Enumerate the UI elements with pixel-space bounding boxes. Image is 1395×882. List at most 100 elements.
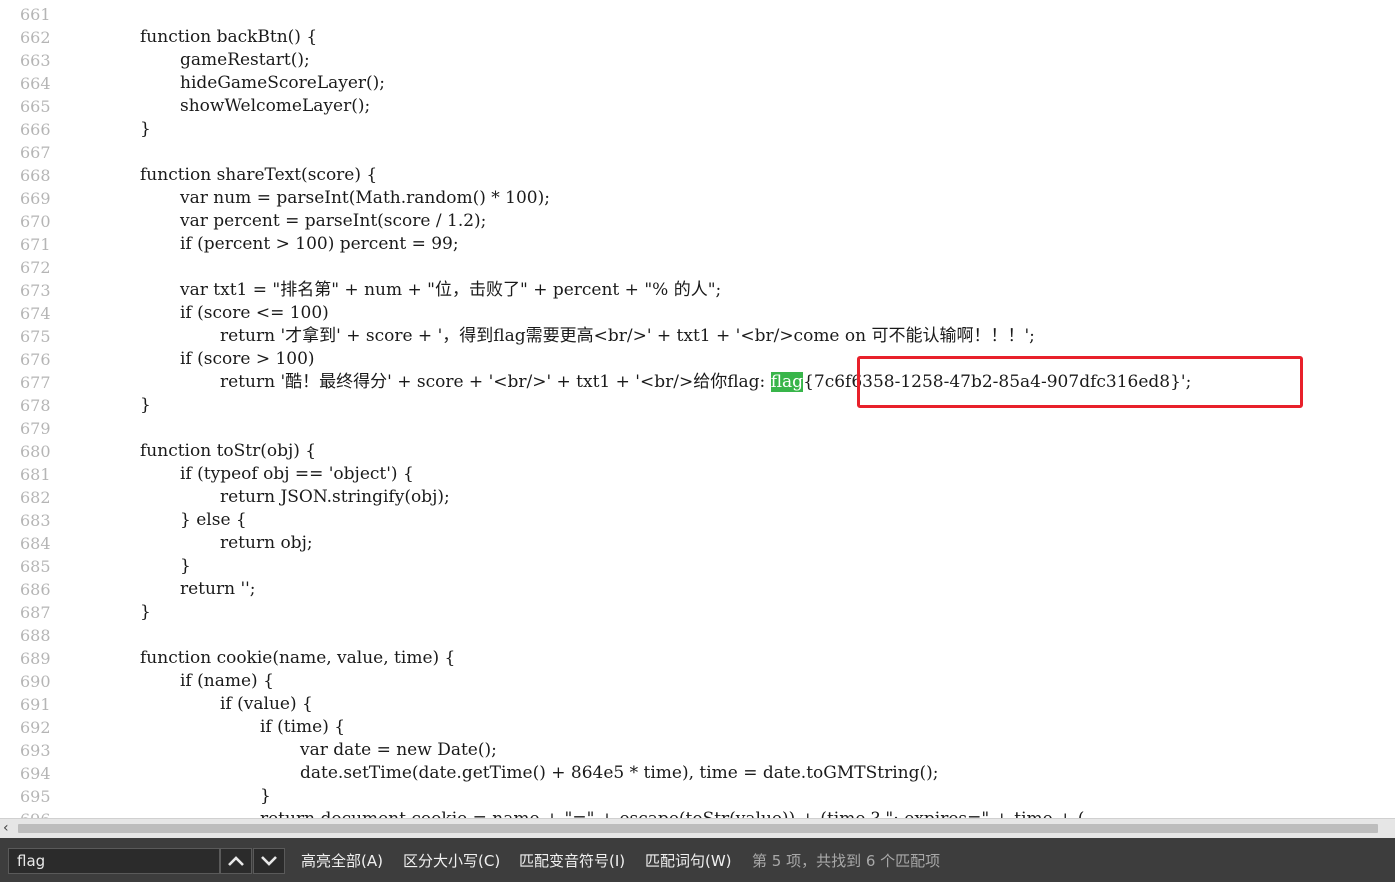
- code-segment: var percent = parseInt(score / 1.2);: [180, 211, 487, 231]
- line-number: 677: [20, 373, 51, 392]
- line-number: 683: [20, 511, 51, 530]
- whole-words-toggle[interactable]: 匹配词句(W): [645, 850, 732, 872]
- highlight-all-toggle[interactable]: 高亮全部(A): [301, 850, 383, 872]
- code-line: 666}: [0, 118, 1395, 141]
- code-text: return '才拿到' + score + '，得到flag需要更高<br/>…: [220, 325, 1035, 348]
- code-line: 684 return obj;: [0, 532, 1395, 555]
- code-text: return '';: [180, 578, 256, 601]
- code-segment: var txt1 = "排名第" + num + "位，击败了" + perce…: [180, 280, 722, 300]
- code-line: 694 date.setTime(date.getTime() + 864e5 *…: [0, 762, 1395, 785]
- line-number: 678: [20, 396, 51, 415]
- code-segment: date.setTime(date.getTime() + 864e5 * ti…: [300, 763, 939, 783]
- code-segment: if (time) {: [260, 717, 346, 737]
- search-input[interactable]: flag: [8, 848, 220, 874]
- code-line: 688: [0, 624, 1395, 647]
- code-line: 661: [0, 3, 1395, 26]
- code-segment: if (percent > 100) percent = 99;: [180, 234, 459, 254]
- line-number: 665: [20, 97, 51, 116]
- code-text: return JSON.stringify(obj);: [220, 486, 450, 509]
- match-diacritics-toggle[interactable]: 匹配变音符号(I): [519, 850, 625, 872]
- code-text: return '酷！最终得分' + score + '<br/>' + txt1…: [220, 371, 1191, 394]
- line-number: 664: [20, 74, 51, 93]
- code-line: 664 hideGameScoreLayer();: [0, 72, 1395, 95]
- code-line: 692 if (time) {: [0, 716, 1395, 739]
- search-match-highlight: flag: [770, 372, 804, 392]
- code-segment: return obj;: [220, 533, 313, 553]
- line-number: 675: [20, 327, 51, 346]
- match-case-toggle[interactable]: 区分大小写(C): [403, 850, 500, 872]
- code-text: }: [260, 785, 271, 808]
- code-segment: function shareText(score) {: [140, 165, 378, 185]
- code-line: 663 gameRestart();: [0, 49, 1395, 72]
- line-number: 663: [20, 51, 51, 70]
- line-number: 671: [20, 235, 51, 254]
- code-line: 662 function backBtn() {: [0, 26, 1395, 49]
- code-segment: } else {: [180, 510, 247, 530]
- code-line: 691 if (value) {: [0, 693, 1395, 716]
- code-segment: function cookie(name, value, time) {: [140, 648, 456, 668]
- code-text: }: [180, 555, 191, 578]
- code-line: 677 return '酷！最终得分' + score + '<br/>' + t…: [0, 371, 1395, 394]
- code-text: function backBtn() {: [140, 26, 317, 49]
- code-line: 690 if (name) {: [0, 670, 1395, 693]
- scroll-left-arrow-icon[interactable]: ‹: [3, 819, 9, 838]
- code-segment: if (score <= 100): [180, 303, 329, 323]
- code-text: if (value) {: [220, 693, 313, 716]
- line-number: 692: [20, 718, 51, 737]
- code-text: hideGameScoreLayer();: [180, 72, 385, 95]
- line-number: 661: [20, 5, 51, 24]
- code-text: if (score <= 100): [180, 302, 329, 325]
- line-number: 681: [20, 465, 51, 484]
- code-segment: var num = parseInt(Math.random() * 100);: [180, 188, 550, 208]
- line-number: 693: [20, 741, 51, 760]
- code-line: 673 var txt1 = "排名第" + num + "位，击败了" + pe…: [0, 279, 1395, 302]
- line-number: 687: [20, 603, 51, 622]
- line-number: 686: [20, 580, 51, 599]
- code-line: 681 if (typeof obj == 'object') {: [0, 463, 1395, 486]
- code-segment: function toStr(obj) {: [140, 441, 317, 461]
- code-text: var percent = parseInt(score / 1.2);: [180, 210, 486, 233]
- code-line: 665 showWelcomeLayer();: [0, 95, 1395, 118]
- code-segment: hideGameScoreLayer();: [180, 73, 386, 93]
- code-segment: return '才拿到' + score + '，得到flag需要更高<br/>…: [220, 326, 1035, 346]
- code-line: 678}: [0, 394, 1395, 417]
- code-line: 689 function cookie(name, value, time) {: [0, 647, 1395, 670]
- line-number: 670: [20, 212, 51, 231]
- code-text: if (score > 100): [180, 348, 315, 371]
- code-line: 675 return '才拿到' + score + '，得到flag需要更高<b…: [0, 325, 1395, 348]
- line-number: 684: [20, 534, 51, 553]
- code-text: return obj;: [220, 532, 313, 555]
- code-text: var num = parseInt(Math.random() * 100);: [180, 187, 550, 210]
- line-number: 696: [0, 808, 70, 818]
- code-line: 667: [0, 141, 1395, 164]
- horizontal-scrollbar[interactable]: ‹: [0, 818, 1395, 838]
- scrollbar-thumb[interactable]: [18, 824, 1378, 833]
- line-number: 680: [20, 442, 51, 461]
- line-number: 689: [20, 649, 51, 668]
- code-line: 668 function shareText(score) {: [0, 164, 1395, 187]
- code-line: 686 return '';: [0, 578, 1395, 601]
- code-line: 669 var num = parseInt(Math.random() * 10…: [0, 187, 1395, 210]
- line-number: 690: [20, 672, 51, 691]
- find-previous-button[interactable]: [220, 848, 252, 874]
- line-number: 694: [20, 764, 51, 783]
- line-number: 669: [20, 189, 51, 208]
- code-text: if (typeof obj == 'object') {: [180, 463, 414, 486]
- find-next-button[interactable]: [253, 848, 285, 874]
- code-line: 695}: [0, 785, 1395, 808]
- code-text: if (percent > 100) percent = 99;: [180, 233, 459, 256]
- code-segment: showWelcomeLayer();: [180, 96, 371, 116]
- code-text: var txt1 = "排名第" + num + "位，击败了" + perce…: [180, 279, 721, 302]
- code-segment: var date = new Date();: [300, 740, 497, 760]
- line-number: 672: [20, 258, 51, 277]
- code-text: } else {: [180, 509, 247, 532]
- code-segment: }: [180, 556, 191, 576]
- code-segment: return '酷！最终得分' + score + '<br/>' + txt1…: [220, 372, 771, 392]
- line-number: 691: [20, 695, 51, 714]
- code-line: 685}: [0, 555, 1395, 578]
- code-text: showWelcomeLayer();: [180, 95, 370, 118]
- find-bar: flag 高亮全部(A) 区分大小写(C) 匹配变音符号(I) 匹配词句(W) …: [0, 838, 1395, 882]
- code-text: if (time) {: [260, 716, 345, 739]
- chevron-down-icon: [261, 856, 277, 866]
- code-text: }: [140, 118, 151, 141]
